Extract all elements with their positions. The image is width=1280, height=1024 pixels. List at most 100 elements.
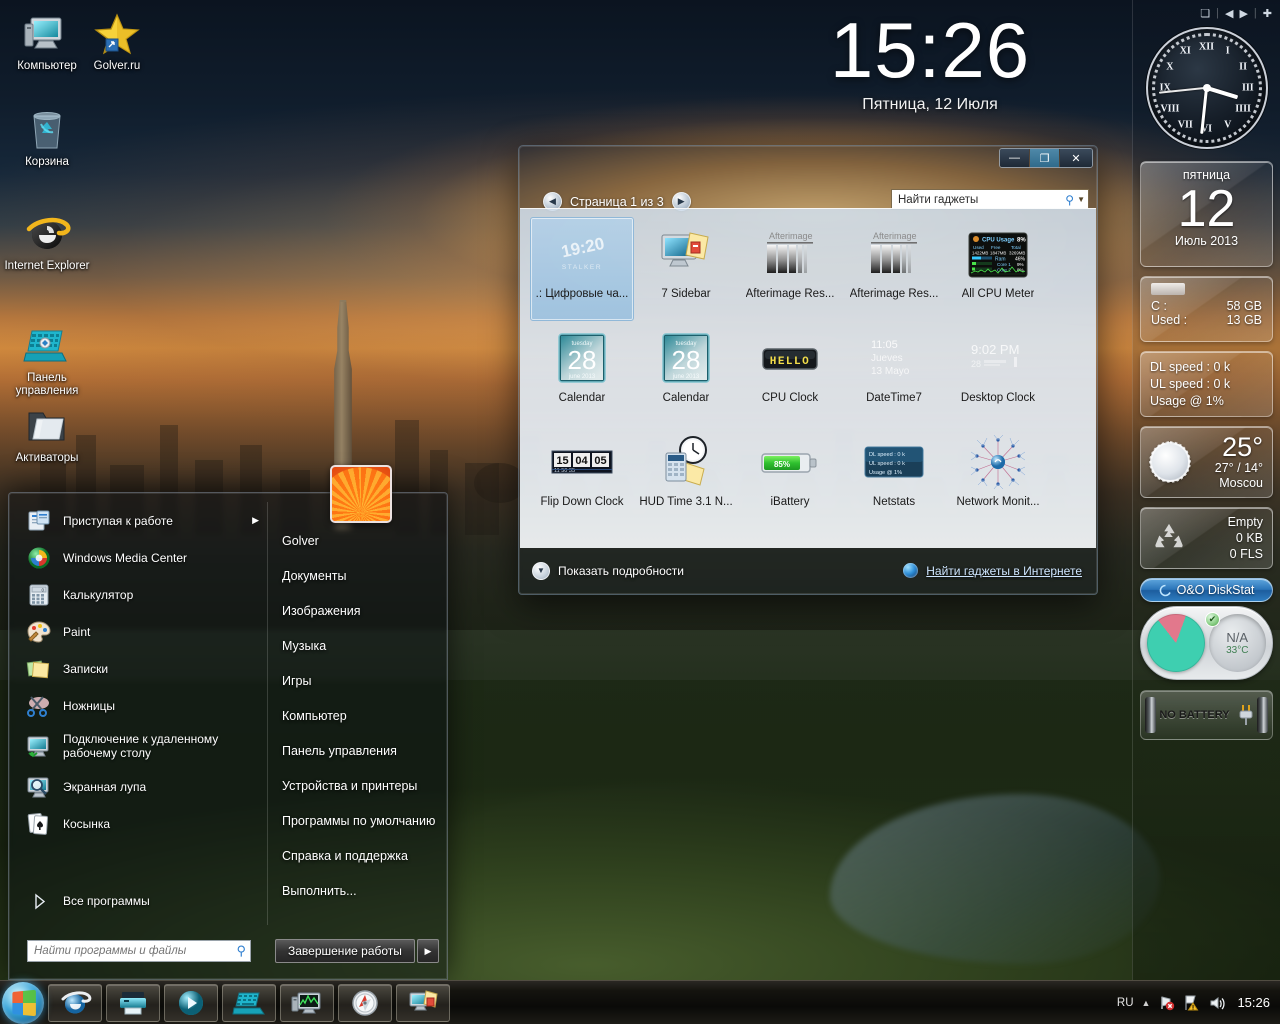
start-item-paint[interactable]: Paint: [18, 613, 267, 650]
magnifier-icon: [26, 774, 52, 800]
start-place-music[interactable]: Музыка: [277, 628, 445, 663]
start-place-documents[interactable]: Документы: [277, 558, 445, 593]
gadget-label: Afterimage Res...: [745, 288, 835, 300]
gallery-title-bar[interactable]: — ❐ ✕: [519, 146, 1097, 186]
start-search-input[interactable]: [34, 945, 237, 957]
volume-icon[interactable]: [1208, 994, 1225, 1011]
start-menu[interactable]: Приступая к работе ▶ Windows Media Cente…: [8, 465, 448, 980]
network-error-icon[interactable]: [1158, 994, 1175, 1011]
taskbar-button-internet-explorer[interactable]: [48, 983, 102, 1022]
minimize-button[interactable]: —: [1000, 149, 1029, 167]
show-details-label[interactable]: Показать подробности: [558, 564, 684, 578]
start-all-programs[interactable]: Все программы: [18, 885, 268, 917]
sidebar-analog-clock[interactable]: XII I II III IIII V VI VII VIII IX X XI: [1140, 24, 1273, 152]
gadget-item[interactable]: HUD Time 3.1 N...: [634, 425, 738, 529]
shutdown-controls[interactable]: Завершение работы ▶: [275, 939, 439, 963]
gadget-item[interactable]: 19:20 STALKER .: Цифровые ча...: [530, 217, 634, 321]
add-gadget-icon[interactable]: ✚: [1263, 7, 1272, 20]
start-item-calculator[interactable]: 0 Калькулятор: [18, 576, 267, 613]
start-place-help-support[interactable]: Справка и поддержка: [277, 838, 445, 873]
close-button[interactable]: ✕: [1060, 149, 1092, 167]
start-item-getting-started[interactable]: Приступая к работе ▶: [18, 502, 267, 539]
search-icon[interactable]: ⚲: [236, 943, 246, 959]
gadget-item[interactable]: 9:02 PM 28 Desktop Clock: [946, 321, 1050, 425]
gadget-gallery-window[interactable]: — ❐ ✕ ◀ Страница 1 из 3 ▶ ⚲ ▼ 19:20 STAL…: [518, 145, 1098, 595]
tile-windows-icon[interactable]: ❏: [1200, 7, 1210, 20]
sidebar-weather-gadget[interactable]: 25° 27° / 14° Moscou: [1140, 426, 1273, 498]
next-arrow-icon[interactable]: ▶: [1239, 7, 1247, 20]
gadget-item[interactable]: 85% iBattery: [738, 425, 842, 529]
sidebar-battery-gadget[interactable]: NO BATTERY: [1140, 690, 1273, 740]
sidebar-drive-gadget[interactable]: C : 58 GB Used : 13 GB: [1140, 276, 1273, 342]
start-item-sticky-notes[interactable]: Записки: [18, 650, 267, 687]
start-place-golver[interactable]: Golver: [277, 523, 445, 558]
gadget-item[interactable]: Afterimage Afterimage Res...: [842, 217, 946, 321]
gadget-item[interactable]: Afterimage Afterimage Res...: [738, 217, 842, 321]
action-center-warning-icon[interactable]: [1183, 994, 1200, 1011]
language-indicator[interactable]: RU: [1117, 997, 1134, 1009]
gadget-item[interactable]: 15 04 05 11 50 35 Flip Down Clock: [530, 425, 634, 529]
start-place-pictures[interactable]: Изображения: [277, 593, 445, 628]
chevron-down-icon[interactable]: ▼: [532, 561, 550, 580]
start-search-box[interactable]: ⚲: [27, 940, 251, 962]
svg-text:1847MB: 1847MB: [990, 251, 1006, 256]
start-orb-button[interactable]: [2, 981, 44, 1024]
gadget-item[interactable]: HELLO CPU Clock: [738, 321, 842, 425]
start-item-label: Paint: [63, 624, 91, 639]
gadget-search-box[interactable]: ⚲ ▼: [891, 189, 1089, 210]
start-place-default-programs[interactable]: Программы по умолчанию: [277, 803, 445, 838]
numeral-viii: VIII: [1160, 103, 1180, 115]
taskbar-button-control-panel[interactable]: [222, 983, 276, 1022]
sidebar-diskstat-gadget[interactable]: ✔ N/A 33°C: [1140, 606, 1273, 680]
prev-arrow-icon[interactable]: ◀: [1225, 7, 1233, 20]
system-tray[interactable]: RU ▲ 15:26: [1117, 981, 1280, 1024]
svg-text:3269MB: 3269MB: [1009, 251, 1025, 256]
sidebar-calendar-gadget[interactable]: пятница 12 Июль 2013: [1140, 161, 1273, 267]
start-item-solitaire[interactable]: Косынка: [18, 805, 267, 842]
taskbar[interactable]: RU ▲ 15:26: [0, 980, 1280, 1024]
start-item-magnifier[interactable]: Экранная лупа: [18, 768, 267, 805]
taskbar-button-compass[interactable]: [338, 983, 392, 1022]
taskbar-button-printer[interactable]: [106, 983, 160, 1022]
up-arrow-icon[interactable]: ▲: [1142, 998, 1151, 1008]
chevron-down-icon[interactable]: ▼: [1077, 195, 1085, 204]
thumb-title: Afterimage: [769, 231, 813, 241]
restore-button[interactable]: ❐: [1030, 149, 1059, 167]
shutdown-options-arrow[interactable]: ▶: [416, 939, 439, 963]
gadget-item[interactable]: DL speed : 0 k UL speed : 0 k Usage @ 1%…: [842, 425, 946, 529]
taskbar-button-performance-monitor[interactable]: [280, 983, 334, 1022]
gadget-item[interactable]: 7 Sidebar: [634, 217, 738, 321]
taskbar-button-media-player[interactable]: [164, 983, 218, 1022]
start-place-games[interactable]: Игры: [277, 663, 445, 698]
start-item-snipping-tool[interactable]: Ножницы: [18, 687, 267, 724]
tray-clock[interactable]: 15:26: [1233, 995, 1270, 1010]
user-avatar[interactable]: [330, 465, 392, 523]
gadget-item[interactable]: tuesday 28 june 2013 Calendar: [634, 321, 738, 425]
sidebar-network-gadget[interactable]: DL speed : 0 k UL speed : 0 k Usage @ 1%: [1140, 351, 1273, 417]
gadget-item[interactable]: 11:05 Jueves 13 Mayo DateTime7: [842, 321, 946, 425]
start-item-remote-desktop[interactable]: Подключение к удаленному рабочему столу: [18, 724, 267, 768]
search-icon[interactable]: ⚲: [1065, 193, 1074, 207]
performance-monitor-icon: [291, 992, 321, 1013]
desktop-icon-internet-explorer[interactable]: Internet Explorer: [4, 208, 90, 273]
start-place-control-panel[interactable]: Панель управления: [277, 733, 445, 768]
desktop-icon-activators[interactable]: Активаторы: [4, 400, 90, 465]
gadget-item[interactable]: CPU Usage 8% Used Free Total 1422MB 1847…: [946, 217, 1050, 321]
find-gadgets-online-link[interactable]: Найти гаджеты в Интернете: [926, 564, 1082, 578]
diskstat-title-bar[interactable]: O&O DiskStat: [1140, 578, 1273, 602]
start-place-computer[interactable]: Компьютер: [277, 698, 445, 733]
taskbar-button-gadget-gallery[interactable]: [396, 983, 450, 1022]
start-item-media-center[interactable]: Windows Media Center: [18, 539, 267, 576]
gadget-item[interactable]: tuesday 28 june 2013 Calendar: [530, 321, 634, 425]
gadget-search-input[interactable]: [898, 193, 1063, 206]
desktop-icon-control-panel[interactable]: Панель управления: [4, 320, 90, 398]
window-controls[interactable]: — ❐ ✕: [999, 148, 1093, 168]
gadget-item[interactable]: Network Monit...: [946, 425, 1050, 529]
start-place-run[interactable]: Выполнить...: [277, 873, 445, 908]
desktop-icon-golver[interactable]: Golver.ru: [74, 8, 160, 73]
sidebar-recycle-gadget[interactable]: Empty 0 KB 0 FLS: [1140, 507, 1273, 569]
shutdown-button[interactable]: Завершение работы: [275, 939, 415, 963]
start-place-devices-printers[interactable]: Устройства и принтеры: [277, 768, 445, 803]
start-item-label: Windows Media Center: [63, 550, 188, 565]
desktop-icon-recycle-bin[interactable]: Корзина: [4, 104, 90, 169]
